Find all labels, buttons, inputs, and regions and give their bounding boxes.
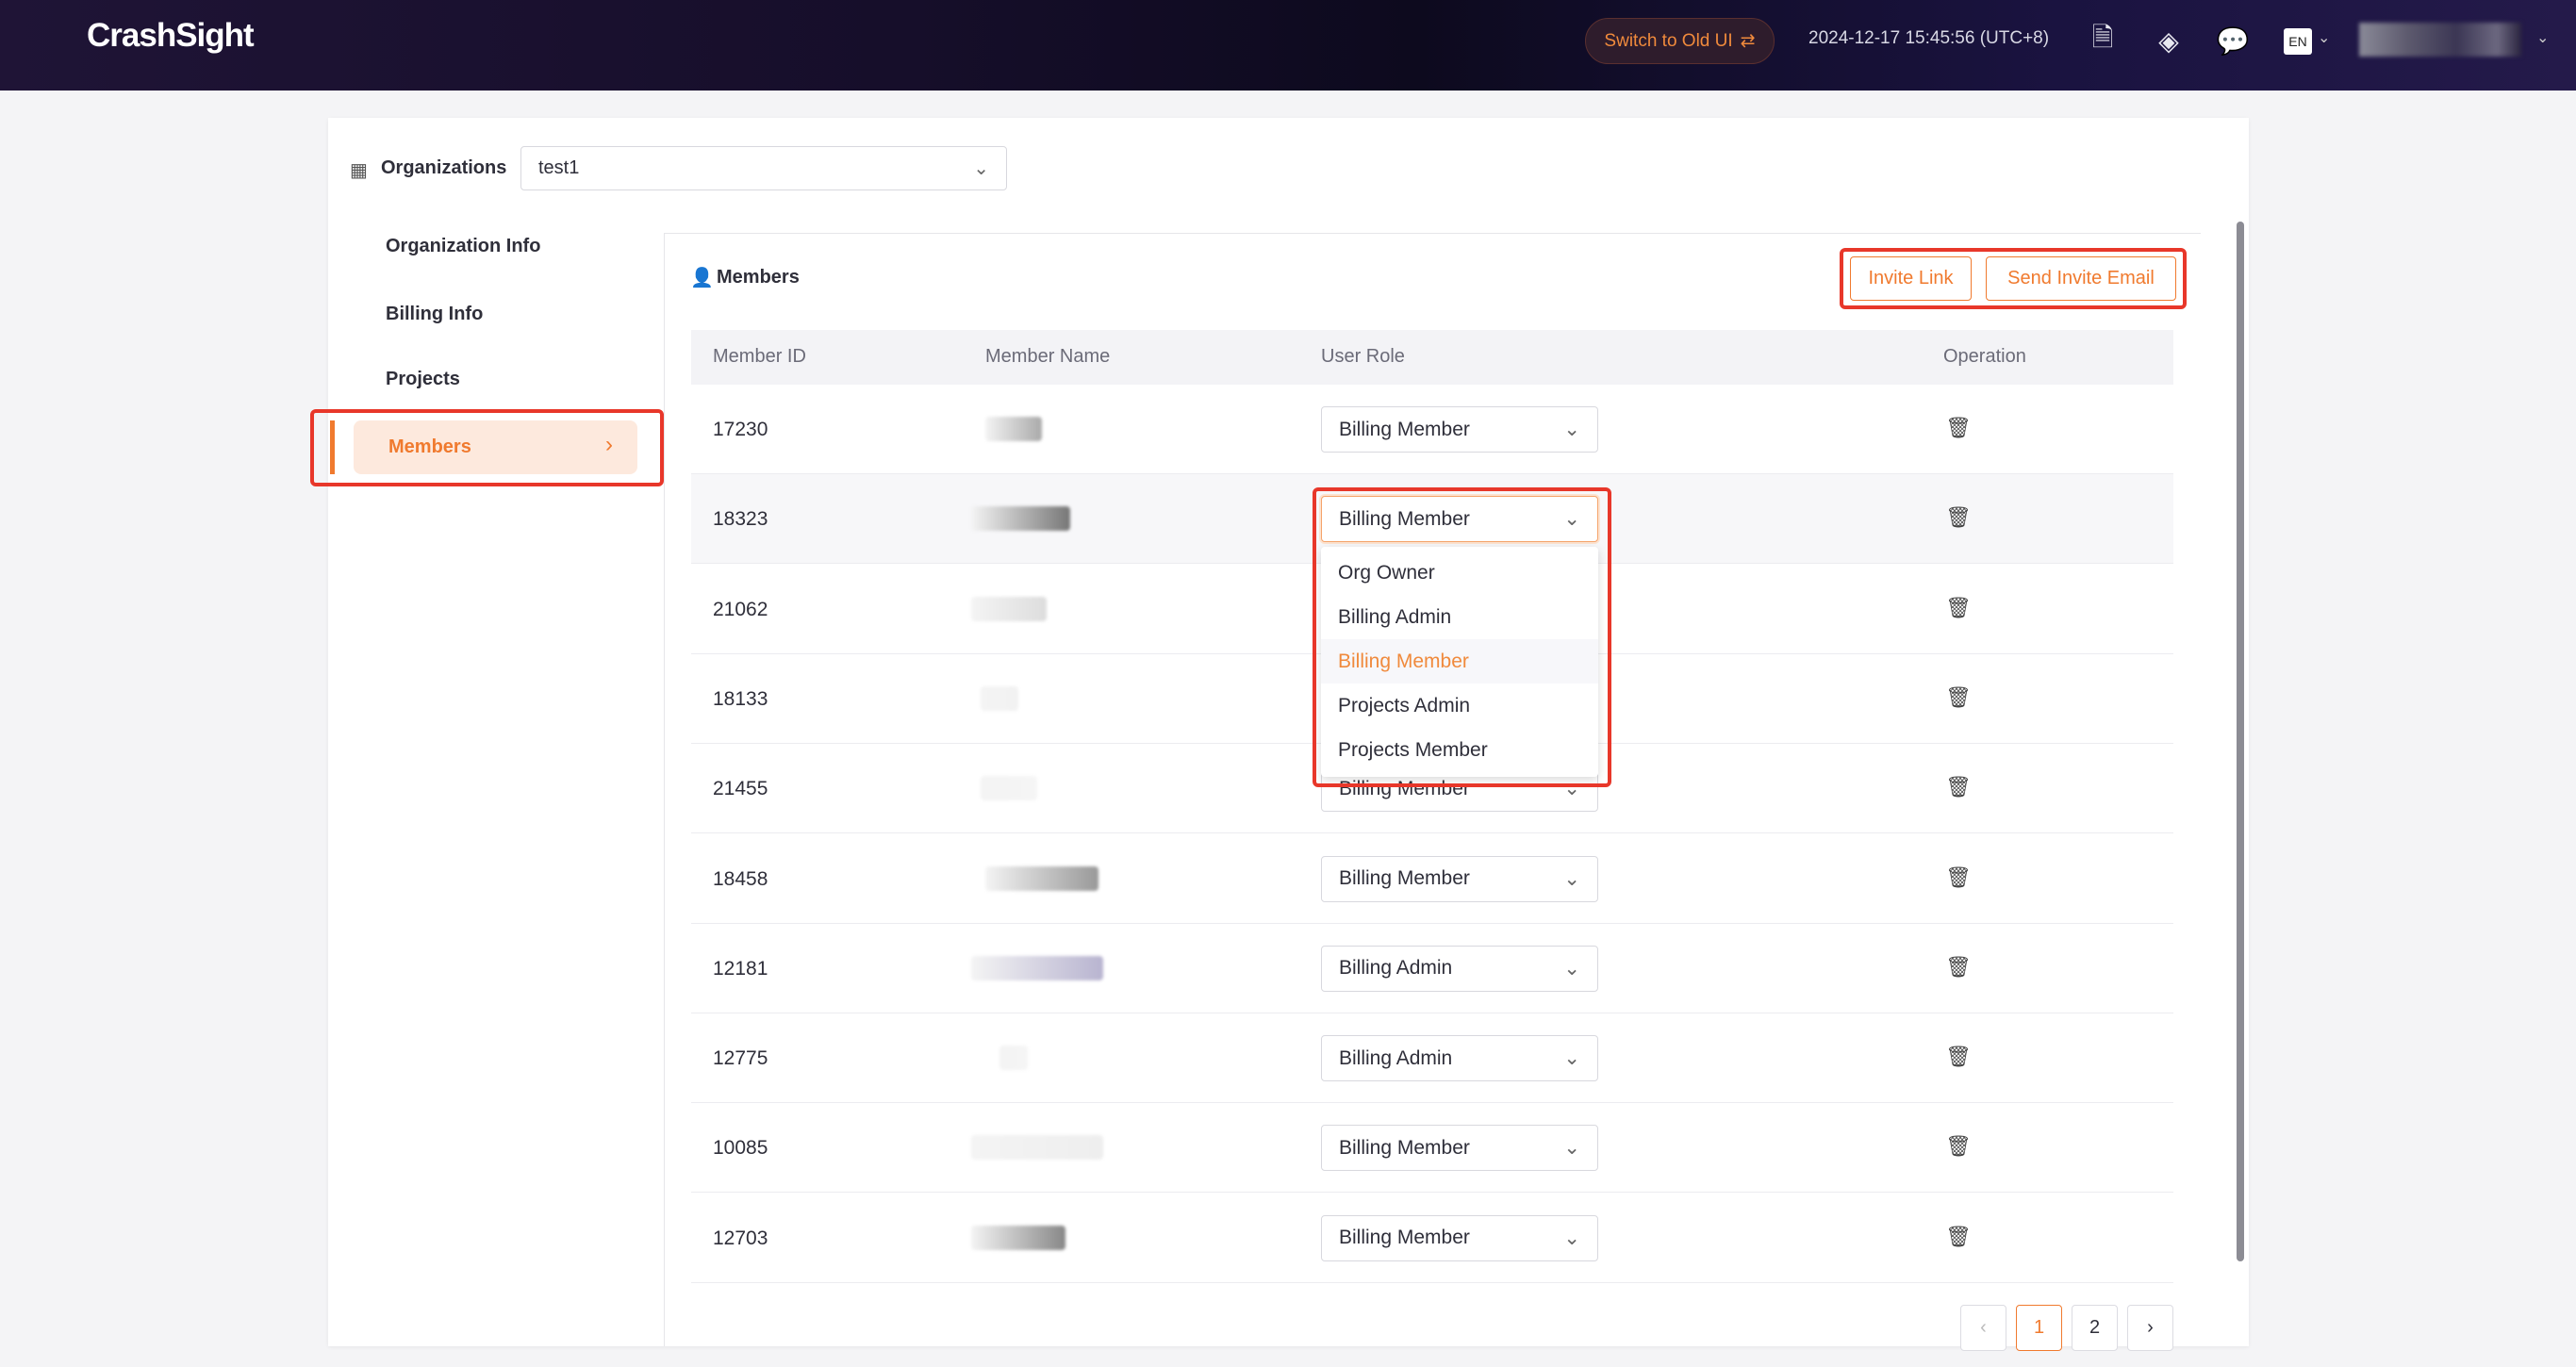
member-id: 18323 [713,508,768,531]
member-id: 21455 [713,778,768,800]
highlight-box [1840,248,2187,309]
switch-old-ui-button[interactable]: Switch to Old UI ⇄ [1585,18,1775,64]
user-role-select[interactable]: Billing Admin ⌄ [1321,1035,1598,1082]
chevron-down-icon: ⌄ [1563,957,1580,980]
chevron-down-icon: ⌄ [1563,1227,1580,1249]
user-role-select[interactable]: Billing Admin ⌄ [1321,945,1598,992]
member-name-redacted [971,955,1103,980]
delete-icon[interactable]: 🗑 [1945,1045,1972,1069]
member-name-redacted [971,596,1047,621]
page-2-button[interactable]: 2 [2072,1305,2118,1351]
member-name-redacted [971,506,1070,532]
col-member-name: Member Name [985,346,1111,367]
member-id: 12775 [713,1047,768,1070]
user-role-select[interactable]: Billing Member ⌄ [1321,855,1598,902]
role-value: Billing Admin [1339,1046,1453,1069]
user-avatar[interactable] [2359,23,2521,57]
nav-billing-info[interactable]: Billing Info [386,304,483,325]
role-value: Billing Member [1339,867,1470,889]
delete-icon[interactable]: 🗑 [1945,505,1972,530]
swap-icon: ⇄ [1740,31,1756,51]
member-name-redacted [981,685,1018,711]
member-id: 21062 [713,598,768,620]
chevron-down-icon: ⌄ [1563,1137,1580,1160]
member-name-redacted [971,1135,1103,1161]
organization-icon: ▦ [350,160,368,181]
highlight-box [310,409,664,486]
delete-icon[interactable]: 🗑 [1945,416,1972,440]
delete-icon[interactable]: 🗑 [1945,685,1972,710]
member-name-redacted [971,1225,1065,1250]
col-user-role: User Role [1321,346,1405,367]
delete-icon[interactable]: 🗑 [1945,1225,1972,1249]
organization-select[interactable]: test1 ⌄ [520,146,1007,190]
role-value: Billing Member [1339,1136,1470,1159]
member-id: 10085 [713,1137,768,1160]
col-member-id: Member ID [713,346,806,367]
switch-label: Switch to Old UI [1604,30,1733,51]
scrollbar[interactable] [2237,222,2244,1261]
delete-icon[interactable]: 🗑 [1945,775,1972,799]
chat-icon[interactable]: 💬 [2217,25,2250,57]
user-role-select[interactable]: Billing Member ⌄ [1321,1125,1598,1172]
user-icon: 👤 [690,268,714,288]
logo[interactable]: CrashSight [87,17,255,55]
language-selector[interactable]: EN [2284,28,2312,55]
member-id: 18133 [713,687,768,710]
next-page-button[interactable]: › [2127,1305,2173,1351]
layers-icon[interactable]: ◈ [2153,25,2185,57]
chevron-down-icon: ⌄ [1563,867,1580,890]
org-selected-value: test1 [538,157,580,178]
page-1-button[interactable]: 1 [2016,1305,2062,1351]
role-value: Billing Member [1339,418,1470,440]
member-id: 12703 [713,1227,768,1249]
chevron-down-icon[interactable]: ⌄ [2536,28,2549,47]
member-id: 18458 [713,867,768,890]
highlight-box [1313,487,1611,787]
delete-icon[interactable]: 🗑 [1945,596,1972,620]
top-bar: CrashSight Switch to Old UI ⇄ 2024-12-17 … [0,0,2576,91]
nav-organization-info[interactable]: Organization Info [386,236,540,257]
delete-icon[interactable]: 🗑 [1945,955,1972,980]
member-id: 12181 [713,957,768,980]
prev-page-button[interactable]: ‹ [1960,1305,2006,1351]
member-id: 17230 [713,419,768,440]
member-name-redacted [985,865,1098,891]
document-icon[interactable]: 🗎 [2087,23,2119,57]
role-value: Billing Member [1339,1227,1470,1249]
member-name-redacted [999,1046,1028,1071]
delete-icon[interactable]: 🗑 [1945,1134,1972,1159]
user-role-select[interactable]: Billing Member ⌄ [1321,1214,1598,1261]
col-operation: Operation [1943,346,2026,367]
user-role-select[interactable]: Billing Member ⌄ [1321,406,1598,453]
member-name-redacted [981,776,1037,801]
delete-icon[interactable]: 🗑 [1945,865,1972,890]
chevron-down-icon: ⌄ [973,158,989,179]
role-value: Billing Admin [1339,957,1453,980]
chevron-down-icon[interactable]: ⌄ [2318,28,2330,47]
datetime: 2024-12-17 15:45:56 (UTC+8) [1808,28,2050,48]
member-name-redacted [985,417,1042,441]
organizations-label: Organizations [381,157,507,178]
chevron-down-icon: ⌄ [1563,419,1580,440]
members-title: Members [717,267,800,288]
nav-projects[interactable]: Projects [386,369,460,390]
chevron-down-icon: ⌄ [1563,1047,1580,1070]
